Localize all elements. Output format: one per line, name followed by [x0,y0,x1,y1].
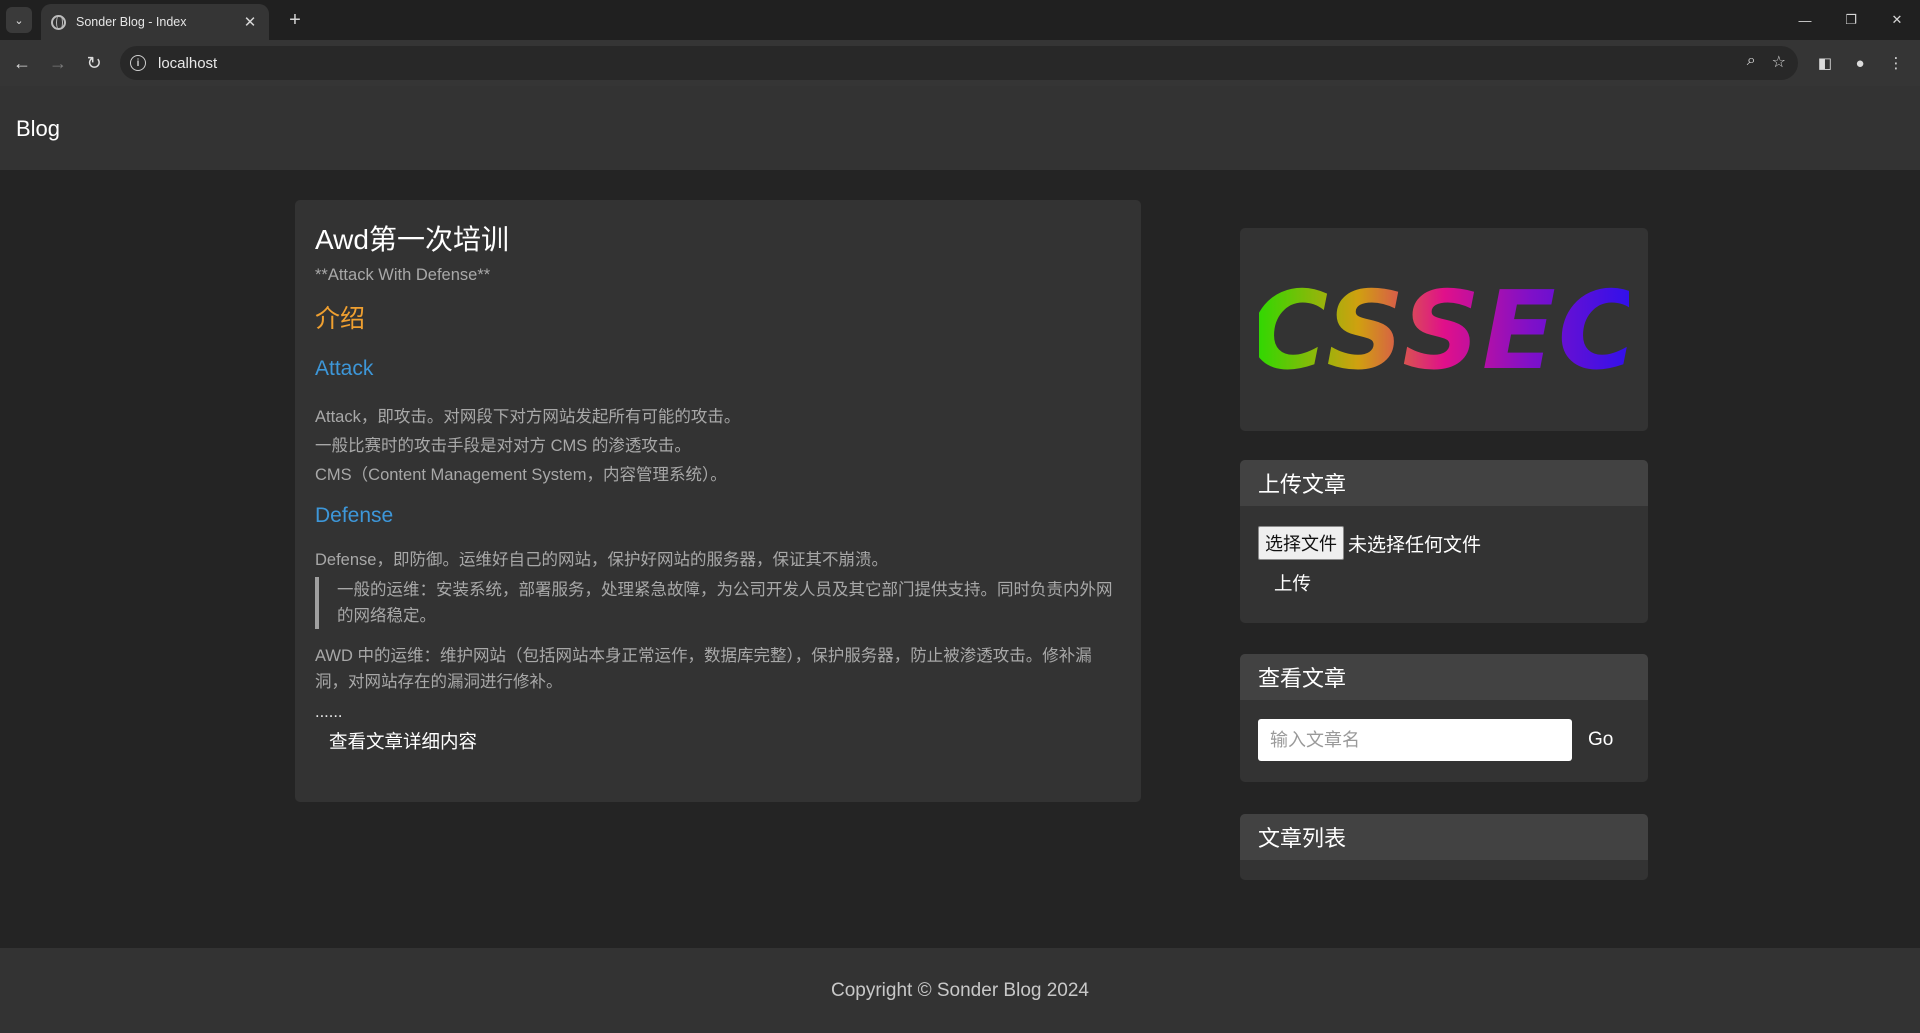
logo-text: CSSEC [1259,270,1629,390]
post-title: Awd第一次培训 [315,224,509,255]
tab-title: Sonder Blog - Index [76,15,187,29]
attack-line: 一般比赛时的攻击手段是对对方 CMS 的渗透攻击。 [315,437,691,455]
ellipsis: ...... [315,703,343,721]
browser-toolbar: ← → ↻ i localhost ⌕ ☆ ◧ ● ⋮ [0,40,1920,86]
logo-card: CSSEC [1240,228,1648,431]
post-subtitle: **Attack With Defense** [315,266,491,284]
site-footer: Copyright © Sonder Blog 2024 [0,948,1920,1033]
attack-line: Attack，即攻击。对网段下对方网站发起所有可能的攻击。 [315,408,741,426]
article-list-title: 文章列表 [1240,814,1648,860]
defense-heading: Defense [315,504,394,527]
attack-paragraph: Attack，即攻击。对网段下对方网站发起所有可能的攻击。 一般比赛时的攻击手段… [315,403,1121,490]
zoom-icon[interactable]: ⌕ [1747,52,1756,72]
choose-file-button[interactable]: 选择文件 [1258,526,1344,560]
tab-close-icon[interactable]: ✕ [241,13,259,31]
minimize-icon[interactable]: — [1782,0,1828,40]
back-arrow-icon[interactable]: ← [8,49,36,77]
defense-line: Defense，即防御。运维好自己的网站，保护好网站的服务器，保证其不崩溃。 [315,551,888,569]
site-header: Blog [0,86,1920,170]
globe-icon [51,14,66,30]
page: Blog Awd第一次培训 **Attack With Defense** 介绍… [0,86,1920,1033]
upload-title: 上传文章 [1240,460,1648,506]
view-title: 查看文章 [1240,654,1648,700]
go-button[interactable]: Go [1588,729,1613,751]
url-text: localhost [158,54,218,72]
upload-widget: 上传文章 选择文件 未选择任何文件 上传 [1240,460,1648,623]
attack-heading: Attack [315,357,374,380]
intro-heading: 介绍 [315,305,366,333]
address-bar[interactable]: i localhost ⌕ ☆ [120,46,1798,80]
view-widget: 查看文章 Go [1240,654,1648,782]
forward-arrow-icon[interactable]: → [44,49,72,77]
bookmark-star-icon[interactable]: ☆ [1772,52,1786,72]
read-more-link[interactable]: 查看文章详细内容 [329,728,477,754]
profile-icon[interactable]: ● [1846,49,1874,77]
attack-line: CMS（Content Management System，内容管理系统）。 [315,466,727,484]
side-panel-icon[interactable]: ◧ [1811,49,1839,77]
cssec-logo: CSSEC [1259,270,1629,390]
browser-tab[interactable]: Sonder Blog - Index ✕ [41,4,269,40]
no-file-label: 未选择任何文件 [1348,534,1482,556]
copyright-text: Copyright © Sonder Blog 2024 [831,979,1089,1001]
reload-icon[interactable]: ↻ [80,49,108,77]
upload-button[interactable]: 上传 [1274,570,1630,596]
brand-link[interactable]: Blog [16,116,60,142]
post-card: Awd第一次培训 **Attack With Defense** 介绍 Atta… [295,200,1141,802]
browser-tab-bar: ⌄ Sonder Blog - Index ✕ + — ❐ ✕ [0,0,1920,40]
close-window-icon[interactable]: ✕ [1874,0,1920,40]
restore-icon[interactable]: ❐ [1828,0,1874,40]
menu-kebab-icon[interactable]: ⋮ [1882,49,1910,77]
awd-paragraph: AWD 中的运维：维护网站（包括网站本身正常运作，数据库完整），保护服务器，防止… [315,647,1092,691]
site-info-icon[interactable]: i [130,55,146,71]
new-tab-button[interactable]: + [281,6,309,34]
article-name-input[interactable] [1258,719,1572,761]
tab-search-chevron-icon[interactable]: ⌄ [6,7,32,33]
article-list-widget: 文章列表 [1240,814,1648,880]
blockquote: 一般的运维：安装系统，部署服务，处理紧急故障，为公司开发人员及其它部门提供支持。… [315,577,1121,629]
